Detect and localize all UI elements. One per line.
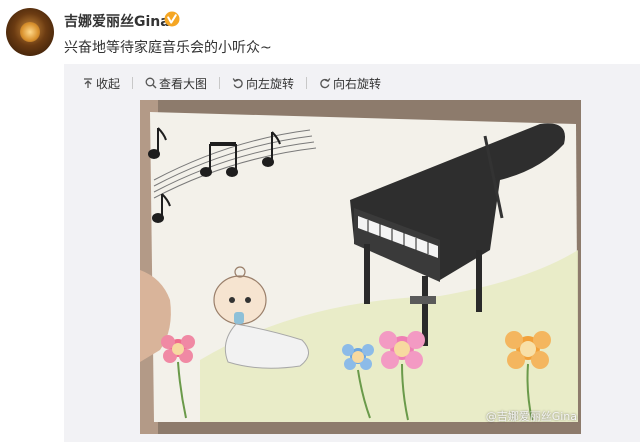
collapse-up-icon <box>84 78 92 88</box>
verified-badge-icon <box>164 11 180 27</box>
search-icon <box>145 77 157 89</box>
avatar-candle-glow <box>20 22 40 42</box>
view-large-button[interactable]: 查看大图 <box>145 75 207 92</box>
image-watermark: @吉娜爱丽丝Gina <box>486 408 577 424</box>
rotate-right-button[interactable]: 向右旋转 <box>319 75 381 92</box>
view-large-label: 查看大图 <box>159 76 208 91</box>
toolbar-divider <box>306 77 308 89</box>
toolbar-divider <box>219 77 221 89</box>
username[interactable]: 吉娜爱丽丝Gina <box>64 11 170 31</box>
rotate-right-label: 向右旋转 <box>333 76 382 91</box>
post-text: 兴奋地等待家庭音乐会的小听众~ <box>64 40 272 56</box>
avatar[interactable] <box>6 8 54 56</box>
drawing-illustration <box>140 100 581 434</box>
rotate-left-label: 向左旋转 <box>246 76 295 91</box>
toolbar-divider <box>132 77 134 89</box>
rotate-right-icon <box>320 78 331 89</box>
rotate-left-icon <box>232 78 243 89</box>
collapse-button[interactable]: 收起 <box>82 75 120 92</box>
image-toolbar: 收起 查看大图 向左旋转 向右旋转 <box>82 73 393 93</box>
watermark-text: @吉娜爱丽丝Gina <box>485 410 577 423</box>
rotate-left-button[interactable]: 向左旋转 <box>232 75 294 92</box>
collapse-label: 收起 <box>96 76 121 91</box>
post-image[interactable]: @吉娜爱丽丝Gina <box>140 100 581 434</box>
